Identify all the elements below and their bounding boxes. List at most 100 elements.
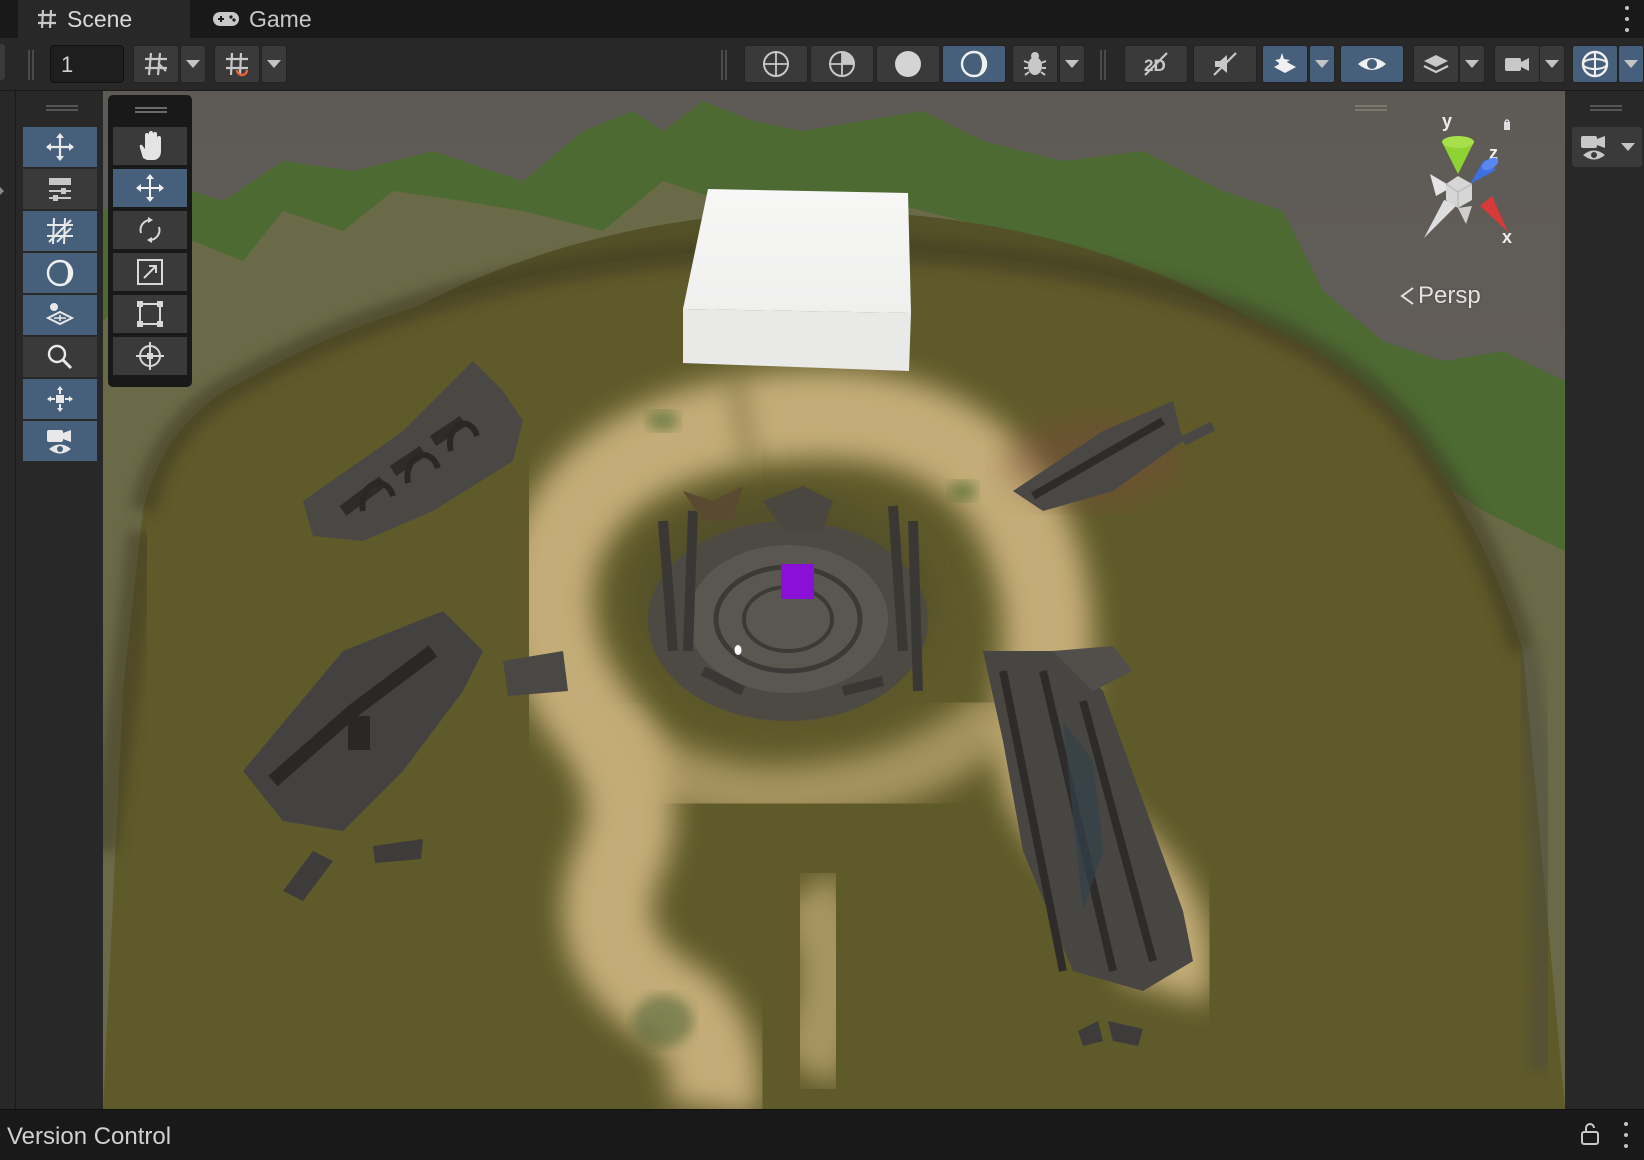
overlay-pivot-button[interactable] [23,379,97,419]
transform-settings-icon [49,178,71,201]
collapse-arrow-icon[interactable] [0,187,4,195]
tab-scene[interactable]: Scene [18,0,190,38]
layers-dropdown[interactable] [1459,45,1485,83]
axis-label-y: y [1442,112,1452,131]
hand-tool-button[interactable] [113,127,187,167]
projection-label: Persp [1418,282,1481,309]
hand-tool-icon [139,131,161,160]
status-more-icon[interactable] [1622,1122,1630,1148]
grid-snap-dropdown[interactable] [180,45,206,83]
axis-gizmo-icon: y z x [1424,111,1512,247]
grid-icon [47,217,73,245]
tab-game-label: Game [249,5,312,32]
shaded-wireframe-icon [829,51,855,77]
effects-dropdown[interactable] [1309,45,1335,83]
pivot-icon [47,386,73,412]
scale-tool-button[interactable] [113,253,187,293]
more-options-icon[interactable] [1622,6,1632,32]
rect-tool-button[interactable] [113,295,187,335]
overlay-transform-settings-button[interactable] [23,169,97,209]
lock-icon[interactable] [1580,1122,1600,1151]
2d-mode-button[interactable]: 2D [1124,45,1188,83]
left-edge-strip [0,91,16,1109]
overlay-grid-button[interactable] [23,211,97,251]
sphere-icon [46,259,74,287]
grid-visibility-button[interactable] [214,45,260,83]
projection-toggle[interactable]: Persp [1400,282,1481,310]
panel-grip[interactable] [46,105,78,111]
grid-visibility-icon [226,52,249,77]
gizmos-icon [1581,50,1609,78]
transform-tool-button[interactable] [113,337,187,377]
overlay-zoom-button[interactable] [23,337,97,377]
audio-mute-icon [1213,52,1237,76]
tools-overlay-grip[interactable] [135,107,167,113]
overlay-layers-button[interactable] [23,295,97,335]
grid-snap-button[interactable] [133,45,179,83]
toolbar-edge [0,44,5,80]
2d-mode-icon: 2D [1144,52,1168,76]
gizmos-button[interactable] [1572,45,1618,83]
camera-settings-button[interactable] [1494,45,1540,83]
lit-shading-button[interactable] [942,45,1006,83]
right-strip-grip[interactable] [1590,105,1622,111]
toolbar-grip-3[interactable] [1100,50,1106,80]
wireframe-shading-button[interactable] [744,45,808,83]
layers-icon [1423,55,1449,74]
overlay-camera-button[interactable] [23,421,97,461]
rotate-tool-icon [139,217,161,243]
camera-settings-icon [1505,58,1529,71]
shaded-wireframe-button[interactable] [810,45,874,83]
move-tool-button[interactable] [113,169,187,209]
version-control-label[interactable]: Version Control [7,1123,171,1151]
layers-stack-icon [45,303,75,326]
status-bar: Version Control [0,1109,1644,1160]
tab-scene-label: Scene [67,5,133,32]
move-tool-icon [136,174,164,202]
gizmos-dropdown[interactable] [1618,45,1644,83]
tab-bar: Scene Game [0,0,1644,38]
tab-game[interactable]: Game [194,0,344,38]
shaded-icon [895,51,921,77]
viewport-overlay-grip[interactable] [1355,105,1387,111]
grid-snap-icon [145,52,167,76]
toolbar-grip[interactable] [28,50,34,80]
overlay-sphere-button[interactable] [23,253,97,293]
grid-size-field[interactable]: 1 [50,45,124,83]
overlay-tools-panel [16,91,103,1109]
wireframe-shading-icon [763,51,789,77]
scene-camera-icon [1581,136,1605,160]
grid-hash-icon [38,9,56,29]
toolbar-grip-2[interactable] [721,50,727,80]
tools-overlay [108,95,192,387]
camera-settings-dropdown[interactable] [1539,45,1565,83]
chevron-left-icon [1400,287,1414,305]
scene-viewport[interactable] [103,91,1565,1109]
audio-mute-button[interactable] [1193,45,1257,83]
camera-icon [47,430,71,454]
right-overlay-strip [1565,91,1644,1109]
rotate-tool-button[interactable] [113,211,187,251]
lit-shading-icon [960,50,988,78]
camera-overlay-dropdown-icon [1621,143,1635,151]
gamepad-icon [213,12,239,26]
shaded-button[interactable] [876,45,940,83]
grid-visibility-dropdown[interactable] [261,45,287,83]
layers-button[interactable] [1413,45,1459,83]
debug-draw-button[interactable] [1012,45,1058,83]
debug-draw-icon [1023,52,1047,76]
scene-render [103,91,1565,1109]
visibility-button[interactable] [1340,45,1404,83]
camera-overlay-button[interactable] [1572,127,1642,167]
rect-tool-icon [137,301,163,327]
visibility-icon [1358,58,1386,70]
scale-tool-icon [137,259,163,285]
transform-tool-icon [136,342,164,370]
effects-button[interactable] [1262,45,1308,83]
debug-draw-dropdown[interactable] [1059,45,1085,83]
scene-toolbar: 1 [0,38,1644,91]
orientation-gizmo[interactable]: y z x [1392,111,1522,252]
overlay-move-button[interactable] [23,127,97,167]
move-icon [46,133,74,161]
effects-icon [1274,53,1296,73]
